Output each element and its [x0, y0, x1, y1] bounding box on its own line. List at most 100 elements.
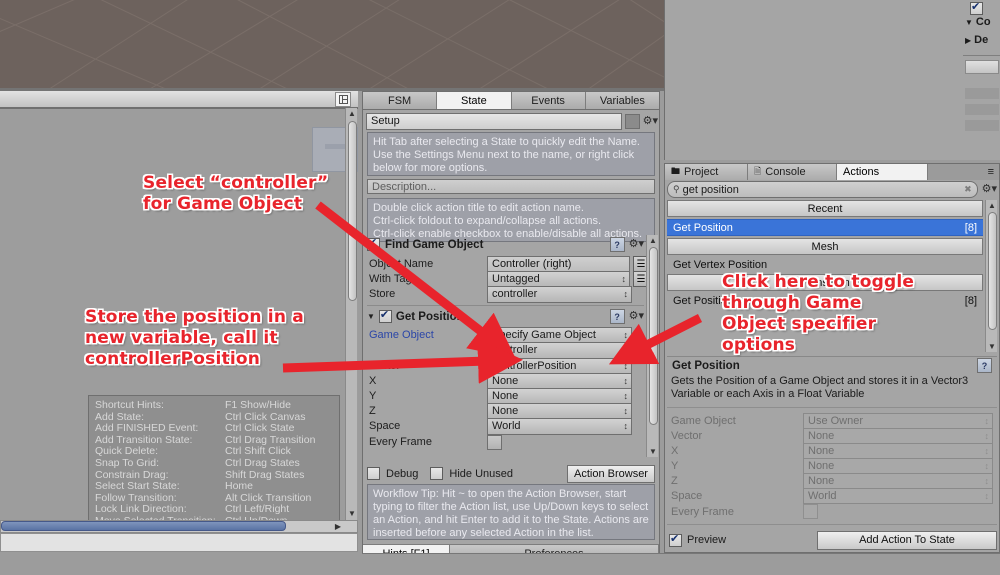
row-value-popup[interactable]: controller — [487, 285, 632, 303]
preview-row-label: X — [671, 444, 679, 457]
preview-divider — [667, 407, 997, 408]
hierarchy-row — [965, 120, 999, 131]
hierarchy-item-co[interactable]: ▼ Co — [965, 16, 991, 28]
scene-grid-lines — [0, 0, 680, 88]
scroll-up-arrow[interactable]: ▲ — [647, 235, 659, 245]
checkbox-glyph[interactable] — [970, 0, 983, 15]
hint-value: Ctrl Drag States — [225, 456, 300, 469]
scroll-up-arrow[interactable]: ▲ — [346, 108, 358, 119]
preview-every-frame-checkbox — [803, 504, 818, 519]
actions-panel: 🖿 Project 🗎 Console Actions ≡ ⚲ get posi… — [664, 163, 1000, 553]
description-input[interactable]: Description... — [367, 179, 655, 194]
state-settings-gear-icon[interactable]: ⚙▾ — [643, 115, 658, 127]
foldout-arrow-icon[interactable]: ▼ — [367, 312, 375, 321]
preview-row-x: X None — [671, 442, 993, 459]
preview-row-value: None — [803, 442, 993, 459]
scroll-down-arrow[interactable]: ▼ — [346, 508, 358, 519]
hint-row: Snap To Grid: Ctrl Drag States — [95, 456, 333, 470]
tab-fsm[interactable]: FSM — [363, 92, 438, 109]
actions-list-scroll-thumb[interactable] — [988, 212, 997, 330]
tab-console[interactable]: 🗎 Console — [748, 164, 837, 180]
action-header-get-position[interactable]: ▼ Get Position ? ⚙▾ — [367, 307, 644, 326]
row-space[interactable]: Space World — [369, 417, 649, 435]
hierarchy-field[interactable] — [965, 60, 999, 74]
action-header-find-game-object[interactable]: Find Game Object ? ⚙▾ — [367, 235, 644, 254]
help-icon[interactable]: ? — [609, 309, 625, 324]
help-icon[interactable]: ? — [609, 237, 625, 252]
tab-events[interactable]: Events — [511, 92, 586, 109]
actions-tab-row[interactable]: 🖿 Project 🗎 Console Actions ≡ — [665, 164, 999, 180]
preview-footer[interactable]: Preview Add Action To State — [669, 530, 997, 550]
action-browser-button[interactable]: Action Browser — [567, 464, 655, 483]
actions-list-scrollbar[interactable]: ▲ ▼ — [985, 200, 997, 352]
preview-row-y: Y None — [671, 457, 993, 474]
panel-menu-icon[interactable]: ≡ — [928, 164, 999, 180]
preview-checkbox[interactable] — [669, 532, 682, 547]
actions-search-row[interactable]: ⚲ get position ✖ ⚙▾ — [667, 181, 997, 198]
actions-item-get-position-recent[interactable]: Get Position [8] — [667, 219, 983, 236]
canvas-vertical-scrollbar[interactable]: ▲ ▼ — [345, 108, 357, 520]
fsm-canvas-toolbar[interactable] — [0, 91, 358, 108]
canvas-horizontal-scrollbar[interactable]: ▶ — [0, 520, 358, 533]
row-label: Space — [369, 420, 401, 432]
gear-icon[interactable]: ⚙▾ — [982, 184, 997, 195]
every-frame-checkbox[interactable] — [487, 434, 502, 450]
anno-select-controller: Select “controller” for Game Object — [143, 173, 329, 214]
inspector-vertical-scrollbar[interactable]: ▲ ▼ — [646, 235, 658, 457]
preview-row-value: None — [803, 457, 993, 474]
hide-unused-checkbox[interactable] — [430, 467, 444, 480]
help-icon[interactable]: ? — [977, 358, 992, 373]
hierarchy-item-label: Co — [975, 16, 991, 28]
tab-project[interactable]: 🖿 Project — [665, 164, 748, 180]
tab-actions[interactable]: Actions — [837, 164, 928, 180]
preview-row-vector: Vector None — [671, 427, 993, 444]
clear-icon[interactable]: ✖ — [964, 184, 972, 195]
bottom-status-strip — [660, 553, 1000, 575]
preview-row-value: None — [803, 427, 993, 444]
shortcut-hints-box: Shortcut Hints: F1 Show/Hide Add State: Ct… — [88, 395, 340, 527]
scroll-up-arrow[interactable]: ▲ — [986, 200, 998, 210]
row-game-object-specified[interactable]: controller ☰ — [369, 341, 649, 359]
layout-icon[interactable] — [335, 92, 351, 107]
tab-label: Console — [765, 166, 806, 178]
action-gear-icon[interactable]: ⚙▾ — [629, 239, 644, 250]
debug-row[interactable]: Debug Hide Unused Action Browser — [367, 464, 655, 483]
chevron-right-icon[interactable]: ▶ — [965, 36, 971, 45]
row-store[interactable]: Store controller — [369, 285, 649, 303]
hierarchy-item-de[interactable]: ▶ De — [965, 34, 988, 46]
add-action-to-state-button[interactable]: Add Action To State — [817, 530, 997, 550]
tab-state[interactable]: State — [437, 92, 512, 109]
hierarchy-enabled-checkbox[interactable] — [970, 0, 984, 15]
inspector-vscroll-thumb[interactable] — [649, 247, 658, 425]
scroll-down-arrow[interactable]: ▼ — [647, 446, 659, 456]
anno-store-position: Store the position in a new variable, ca… — [85, 307, 304, 369]
debug-checkbox[interactable] — [367, 467, 380, 480]
search-input[interactable]: ⚲ get position ✖ — [667, 181, 978, 198]
scroll-down-arrow[interactable]: ▼ — [986, 341, 998, 351]
row-value-popup[interactable]: controller — [487, 341, 630, 359]
action-enabled-checkbox[interactable] — [378, 308, 392, 323]
fsm-state-node-label — [325, 144, 347, 149]
preview-row-value: None — [803, 472, 993, 489]
canvas-hscroll-thumb[interactable] — [1, 521, 286, 531]
row-label: Game Object — [369, 329, 434, 341]
chevron-down-icon[interactable]: ▼ — [965, 18, 973, 27]
state-name-input[interactable]: Setup — [366, 112, 622, 130]
actions-category-mesh[interactable]: Mesh — [667, 238, 983, 255]
row-value-popup[interactable]: World — [487, 417, 632, 435]
actions-category-recent[interactable]: Recent — [667, 200, 983, 217]
canvas-vscroll-thumb[interactable] — [348, 121, 357, 301]
hide-unused-label: Hide Unused — [449, 467, 514, 480]
row-every-frame[interactable]: Every Frame — [369, 434, 649, 450]
state-color-swatch[interactable] — [624, 113, 640, 129]
actions-item-get-vertex-position[interactable]: Get Vertex Position — [667, 257, 983, 272]
fsm-tab-row[interactable]: FSM State Events Variables — [363, 92, 659, 110]
scroll-right-arrow[interactable]: ▶ — [331, 521, 345, 532]
action-enabled-checkbox[interactable] — [367, 236, 380, 251]
scene-view[interactable] — [0, 0, 680, 88]
tab-variables[interactable]: Variables — [585, 92, 659, 109]
action-item-label: Get Vertex Position — [673, 258, 768, 271]
search-value: get position — [682, 183, 739, 196]
state-name-row[interactable]: Setup ⚙▾ — [366, 112, 658, 130]
action-gear-icon[interactable]: ⚙▾ — [629, 311, 644, 322]
